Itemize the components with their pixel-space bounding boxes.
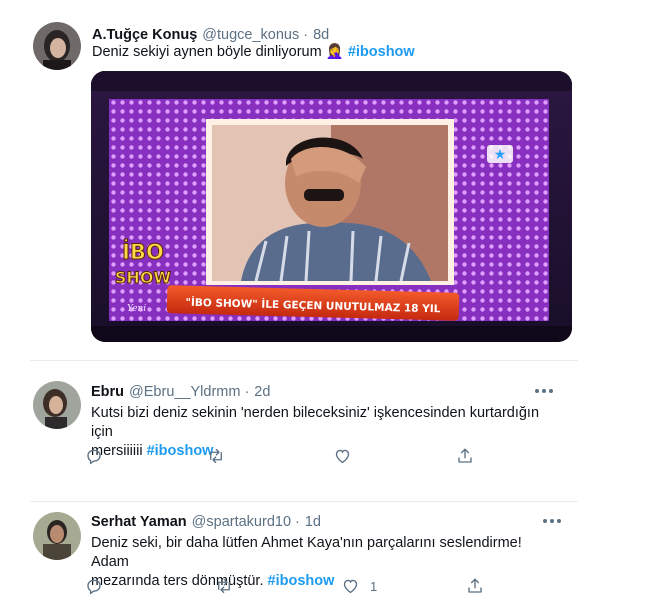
share-button[interactable]: [466, 576, 484, 596]
avatar-image: [33, 381, 81, 429]
tweet-text-line: Deniz seki, bir daha lütfen Ahmet Kaya'n…: [91, 535, 522, 570]
tweet-header: Serhat Yaman @spartakurd10 · 1d: [91, 514, 321, 530]
more-options-button[interactable]: [541, 515, 563, 527]
show-logo-line1: İBO: [122, 239, 164, 264]
heart-icon: [343, 579, 358, 594]
tweet-timestamp[interactable]: 1d: [305, 514, 321, 530]
tweet-1[interactable]: A.Tuğçe Konuş @tugce_konus · 8d Deniz se…: [0, 0, 652, 360]
separator-dot: ·: [244, 384, 250, 400]
hashtag-link[interactable]: #iboshow: [348, 44, 415, 60]
tweet-media-image[interactable]: ★ İBO SHOW "İBO SHOW" İLE GEÇEN UNUTULMA…: [91, 71, 572, 342]
tweet-header: Ebru @Ebru__Yldrmm · 2d: [91, 384, 270, 400]
author-name[interactable]: A.Tuğçe Konuş: [92, 27, 197, 43]
tweet-text: Deniz sekiyi aynen böyle dinliyorum 🤦‍♀️…: [92, 43, 415, 62]
more-options-button[interactable]: [533, 385, 555, 397]
separator-dot: ·: [303, 27, 309, 43]
separator-dot: ·: [295, 514, 300, 530]
heart-icon: [335, 449, 350, 464]
reply-button[interactable]: [85, 446, 103, 466]
author-name[interactable]: Serhat Yaman: [91, 514, 187, 530]
tweet-timestamp[interactable]: 2d: [254, 384, 270, 400]
avatar-image: [33, 512, 81, 560]
corner-label: Yeni: [127, 304, 146, 314]
more-horizontal-icon: [543, 519, 561, 523]
share-icon: [458, 448, 472, 463]
author-handle[interactable]: @spartakurd10: [192, 514, 291, 530]
author-name[interactable]: Ebru: [91, 384, 124, 400]
retweet-icon: [218, 578, 230, 594]
retweet-button[interactable]: [206, 446, 226, 466]
tv-screen-photo: ★ İBO SHOW "İBO SHOW" İLE GEÇEN UNUTULMA…: [91, 71, 572, 342]
avatar[interactable]: [33, 381, 81, 429]
tweet-header: A.Tuğçe Konuş @tugce_konus · 8d: [92, 27, 329, 43]
avatar[interactable]: [33, 22, 81, 70]
show-logo-line2: SHOW: [115, 268, 172, 287]
reply-icon: [87, 579, 101, 595]
tweet-text-main: Deniz sekiyi aynen böyle dinliyorum: [92, 44, 322, 60]
like-count: 1: [370, 578, 378, 594]
share-icon: [468, 578, 482, 593]
hashtag-link[interactable]: #iboshow: [268, 573, 335, 589]
more-horizontal-icon: [535, 389, 553, 393]
channel-logo: ★: [494, 147, 507, 163]
reply-icon: [87, 449, 101, 465]
avatar[interactable]: [33, 512, 81, 560]
tweet-text-line: Kutsi bizi deniz sekinin 'nerden bilecek…: [91, 405, 540, 440]
like-button[interactable]: 1: [341, 576, 377, 596]
reply-button[interactable]: [85, 576, 103, 596]
tweet-text: Kutsi bizi deniz sekinin 'nerden bilecek…: [91, 404, 561, 461]
avatar-image: [33, 22, 81, 70]
retweet-icon: [210, 448, 222, 464]
author-handle[interactable]: @Ebru__Yldrmm: [129, 384, 240, 400]
hashtag-link[interactable]: #iboshow: [147, 443, 214, 459]
share-button[interactable]: [456, 446, 474, 466]
like-button[interactable]: [333, 446, 362, 466]
tweet-timestamp[interactable]: 8d: [313, 27, 329, 43]
tweet-2[interactable]: Ebru @Ebru__Yldrmm · 2d Kutsi bizi deniz…: [0, 361, 652, 501]
tweet-3[interactable]: Serhat Yaman @spartakurd10 · 1d Deniz se…: [0, 502, 652, 610]
author-handle[interactable]: @tugce_konus: [202, 27, 299, 43]
facepalm-emoji: 🤦‍♀️: [325, 44, 344, 60]
tweet-text-line: mezarında ters dönmüştür.: [91, 573, 264, 589]
tweet-text: Deniz seki, bir daha lütfen Ahmet Kaya'n…: [91, 534, 561, 591]
retweet-button[interactable]: [214, 576, 234, 596]
